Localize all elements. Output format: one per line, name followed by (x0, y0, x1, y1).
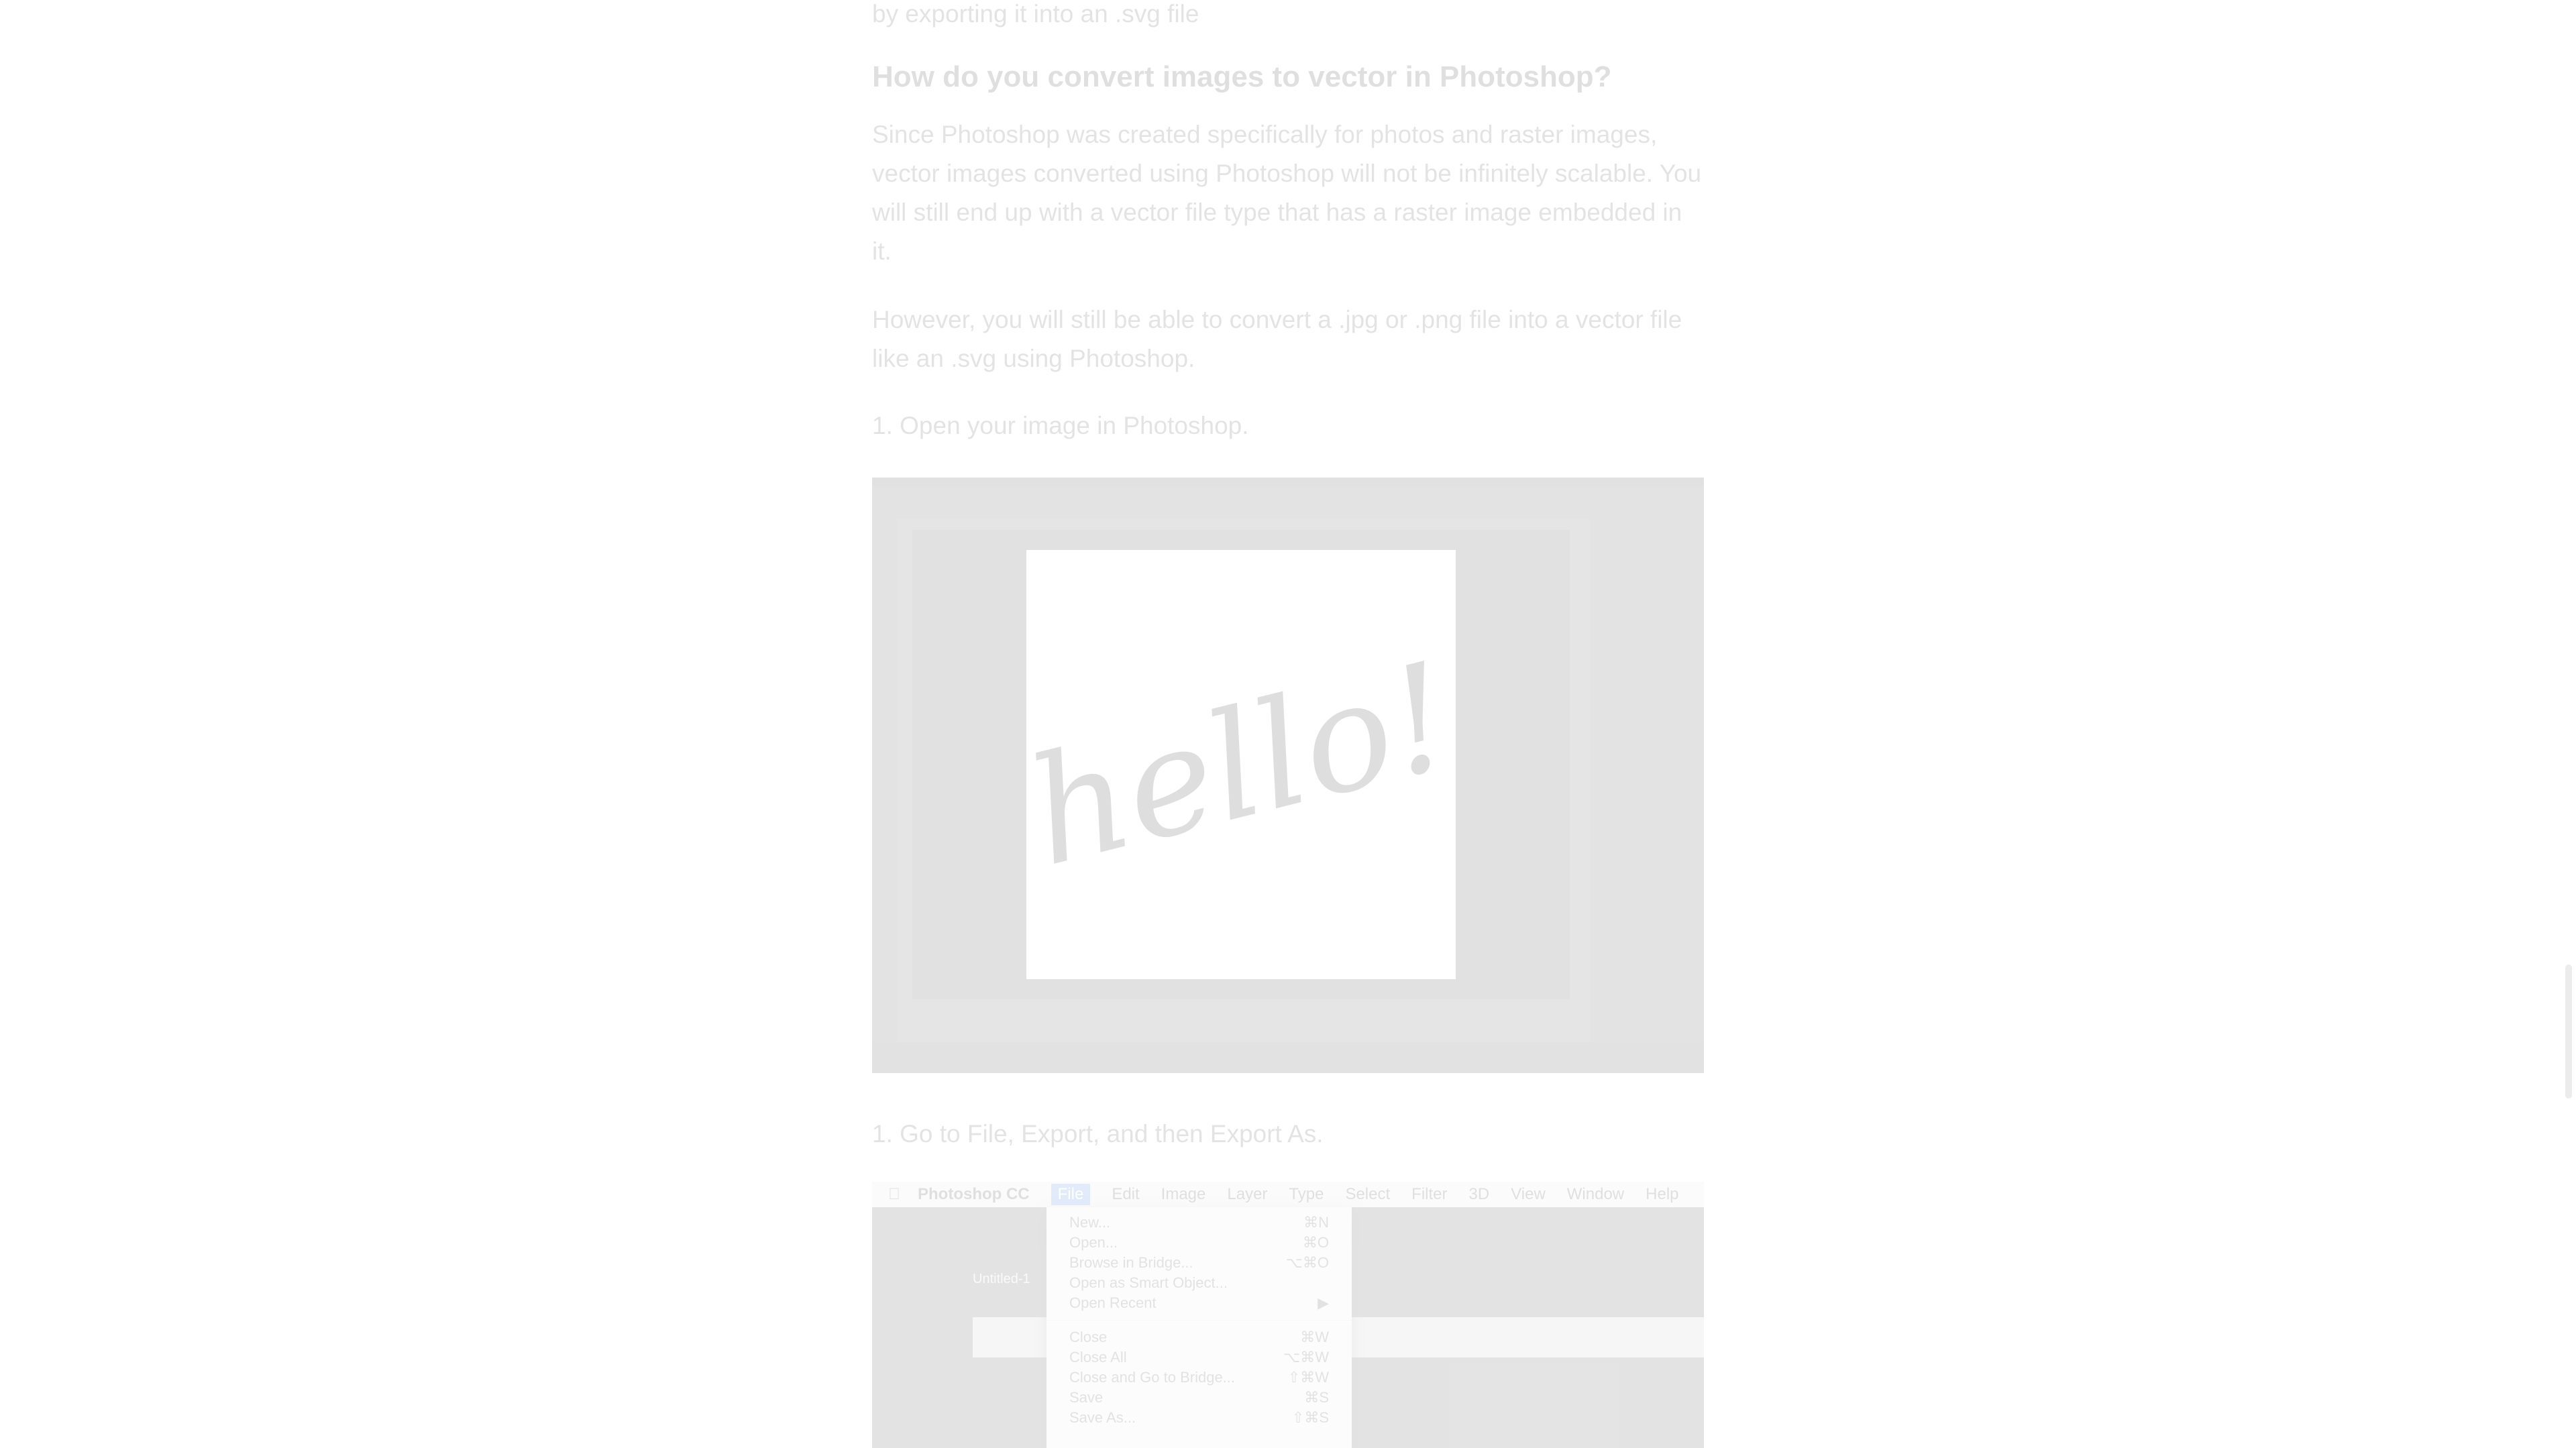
menu-item-new-label: New... (1069, 1214, 1111, 1231)
page-scrollbar[interactable] (2561, 0, 2576, 1448)
menu-select: Select (1333, 1185, 1390, 1203)
ps-status-bar (872, 1042, 1704, 1073)
menu-view: View (1499, 1185, 1546, 1203)
menu-image: Image (1148, 1185, 1206, 1203)
ps-right-panels (1590, 519, 1704, 1042)
step-2-text: 1. Go to File, Export, and then Export A… (872, 1120, 1324, 1148)
ps-toolbar-2 (872, 1247, 959, 1448)
hello-script-text: hello! (1014, 630, 1468, 899)
ps-titlebar (872, 478, 1704, 487)
photoshop-screenshot-1: hello! (872, 478, 1704, 1073)
scrollbar-thumb[interactable] (2565, 964, 2572, 1099)
menu-filter: Filter (1399, 1185, 1447, 1203)
menu-item-new-shortcut: ⌘N (1303, 1214, 1329, 1231)
ps-toolbar (872, 519, 898, 1042)
menu-layer: Layer (1215, 1185, 1267, 1203)
menu-3d: 3D (1456, 1185, 1490, 1203)
paragraph-1-line-4: it. (872, 237, 892, 265)
menu-item-open-recent-label: Open Recent (1069, 1294, 1157, 1311)
menu-item-browse-bridge-shortcut: ⌥⌘O (1285, 1254, 1329, 1271)
menu-item-close: Close ⌘W (1046, 1327, 1352, 1347)
paragraph-1-line-2: vector images converted using Photoshop … (872, 160, 1702, 187)
photoshop-screenshot-2:  Photoshop CC File Edit Image Layer Typ… (872, 1182, 1704, 1448)
menu-item-close-label: Close (1069, 1329, 1108, 1345)
menu-edit: Edit (1099, 1185, 1139, 1203)
menu-item-save-label: Save (1069, 1389, 1104, 1406)
menu-item-close-all-shortcut: ⌥⌘W (1283, 1349, 1329, 1366)
paragraph-1-line-1: Since Photoshop was created specifically… (872, 121, 1658, 148)
menu-item-browse-bridge-label: Browse in Bridge... (1069, 1254, 1193, 1271)
menu-item-save-as-label: Save As... (1069, 1409, 1136, 1426)
menu-item-open-smart-object-label: Open as Smart Object... (1069, 1274, 1228, 1291)
paragraph-2-line-1: However, you will still be able to conve… (872, 306, 1682, 333)
menu-item-close-all: Close All ⌥⌘W (1046, 1347, 1352, 1368)
ps-options-bar (872, 487, 1704, 519)
menu-item-new: New... ⌘N (1046, 1213, 1352, 1233)
menu-item-close-all-label: Close All (1069, 1349, 1127, 1366)
menu-photoshop: Photoshop CC (906, 1185, 1030, 1203)
step-1-text: 1. Open your image in Photoshop. (872, 412, 1249, 439)
menu-item-close-go-bridge: Close and Go to Bridge... ⇧⌘W (1046, 1368, 1352, 1388)
menu-item-open-recent: Open Recent ▶ (1046, 1293, 1352, 1313)
menu-item-save-as-shortcut: ⇧⌘S (1291, 1409, 1329, 1426)
submenu-arrow-icon: ▶ (1318, 1294, 1329, 1311)
menu-item-close-go-bridge-label: Close and Go to Bridge... (1069, 1369, 1236, 1386)
ps-menubar:  Photoshop CC File Edit Image Layer Typ… (872, 1182, 1704, 1207)
menu-item-open-label: Open... (1069, 1234, 1118, 1251)
menu-item-open-shortcut: ⌘O (1302, 1234, 1329, 1251)
menu-help: Help (1633, 1185, 1678, 1203)
menu-window: Window (1554, 1185, 1624, 1203)
section-heading: How do you convert images to vector in P… (872, 60, 1612, 93)
menu-item-save-as: Save As... ⇧⌘S (1046, 1408, 1352, 1428)
menu-item-browse-bridge: Browse in Bridge... ⌥⌘O (1046, 1253, 1352, 1273)
menu-item-close-go-bridge-shortcut: ⇧⌘W (1287, 1369, 1329, 1386)
paragraph-2-line-2: like an .svg using Photoshop. (872, 345, 1195, 372)
menu-item-save-shortcut: ⌘S (1304, 1389, 1329, 1406)
ps-document-canvas: hello! (1014, 550, 1468, 979)
file-menu-dropdown: New... ⌘N Open... ⌘O Browse in Bridge...… (1046, 1207, 1352, 1448)
menu-separator (1046, 1320, 1352, 1321)
apple-icon:  (888, 1185, 900, 1204)
menu-file: File (1051, 1184, 1091, 1205)
ps-canvas-area: hello! (912, 530, 1570, 999)
menu-item-close-shortcut: ⌘W (1300, 1329, 1329, 1345)
paragraph-1-line-3: will still end up with a vector file typ… (872, 199, 1682, 226)
menu-item-open: Open... ⌘O (1046, 1233, 1352, 1253)
intro-tail-text: by exporting it into an .svg file (872, 0, 1199, 27)
menu-item-save: Save ⌘S (1046, 1388, 1352, 1408)
menu-item-open-smart-object: Open as Smart Object... (1046, 1273, 1352, 1293)
menu-type: Type (1277, 1185, 1324, 1203)
